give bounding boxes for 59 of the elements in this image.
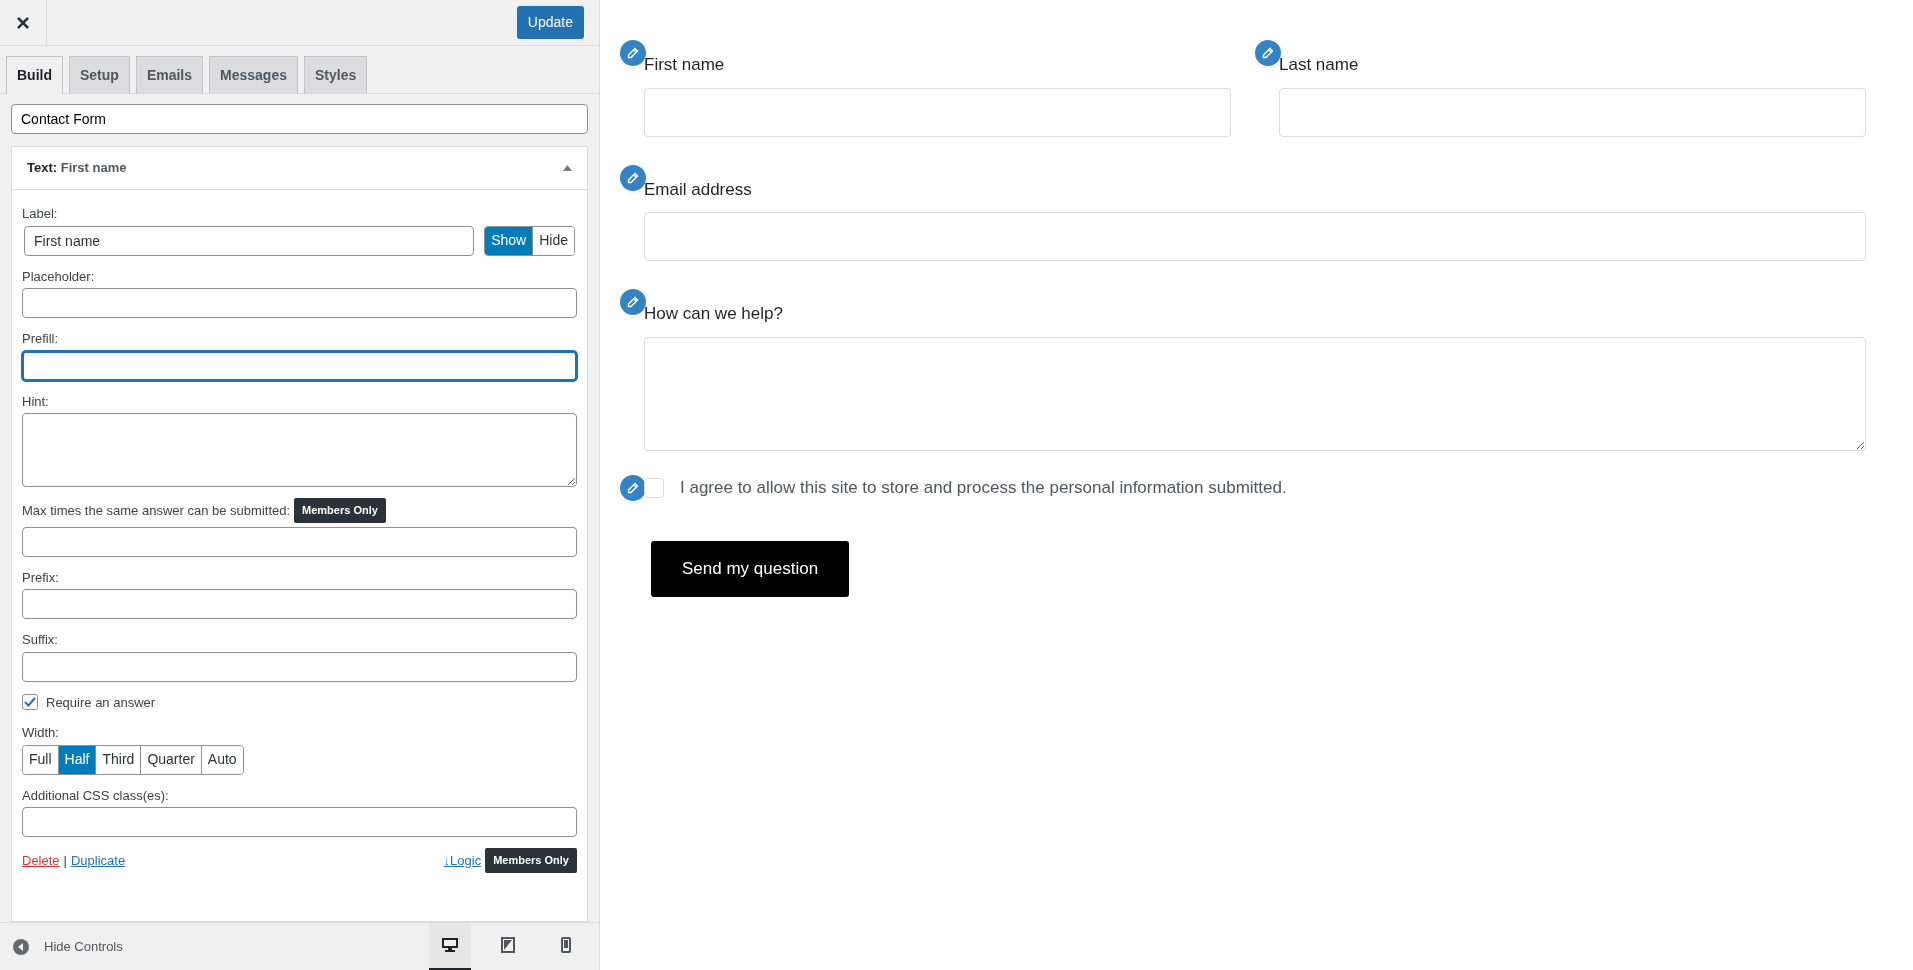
suffix-caption: Suffix: [22,631,59,649]
prefill-field[interactable] [22,350,577,381]
suffix-field[interactable] [22,651,577,682]
edit-icon[interactable] [620,40,646,66]
delete-link[interactable]: Delete [22,850,60,870]
edit-icon[interactable] [620,289,646,315]
label-field[interactable]: First name [24,225,475,256]
tab[interactable]: Setup [69,56,130,94]
left-arrow-circle-icon [12,937,30,956]
label-caption: Label: [22,205,59,223]
separator: | [63,851,67,870]
width-option[interactable]: Auto [200,745,243,774]
submit-button[interactable]: Send my question [651,540,850,597]
width-caption: Width: [22,724,60,742]
max-times-field[interactable] [22,526,577,557]
collapse-caret-icon[interactable] [563,165,572,171]
consent-text: I agree to allow this site to store and process the personal information submitted. [680,476,1287,499]
visibility-toggle[interactable]: Show [485,226,533,255]
require-checkbox[interactable] [22,694,38,711]
text-field[interactable] [1279,87,1866,137]
tab[interactable]: Styles [303,56,368,94]
duplicate-link[interactable]: Duplicate [70,850,126,870]
css-class-field[interactable] [22,807,577,837]
prefill-caption: Prefill: [22,330,60,348]
members-only-badge: Members Only [294,498,386,523]
field-label: Last name [1279,54,1360,76]
visibility-toggle[interactable]: Hide [532,226,574,255]
edit-icon[interactable] [620,474,646,501]
text-field[interactable] [644,212,1866,261]
message-field[interactable] [644,336,1866,451]
tab[interactable]: Build [6,56,63,94]
text-field[interactable] [644,87,1231,137]
placeholder-caption: Placeholder: [22,267,96,286]
hint-field[interactable] [22,413,577,487]
close-button[interactable]: × [0,0,47,46]
require-label: Require an answer [46,693,156,712]
tab[interactable]: Emails [135,56,204,94]
field-label: First name [644,54,726,76]
prefix-caption: Prefix: [22,568,60,587]
edit-icon[interactable] [1255,40,1281,66]
width-option[interactable]: Half [57,745,96,774]
consent-checkbox[interactable] [644,477,664,498]
logic-link[interactable]: ↓Logic [443,850,482,870]
field-type-title: Text: First name [27,159,127,178]
hint-caption: Hint: [22,392,50,411]
field-label: Email address [644,178,753,201]
update-button[interactable]: Update [516,6,584,39]
edit-icon[interactable] [620,164,646,191]
field-label: How can we help? [644,303,784,325]
css-class-caption: Additional CSS class(es): [22,786,170,805]
prefix-field[interactable] [22,589,577,619]
form-title-field[interactable]: Contact Form [11,104,588,134]
members-only-badge: Members Only [485,848,577,873]
max-times-caption: Max times the same answer can be submitted: [22,501,291,520]
hide-controls-button[interactable]: Hide Controls [12,936,123,957]
tab[interactable]: Messages [209,56,298,94]
desktop-icon[interactable] [429,922,471,970]
placeholder-field[interactable] [22,288,577,318]
field-settings-header[interactable]: Text: First name [12,147,587,190]
